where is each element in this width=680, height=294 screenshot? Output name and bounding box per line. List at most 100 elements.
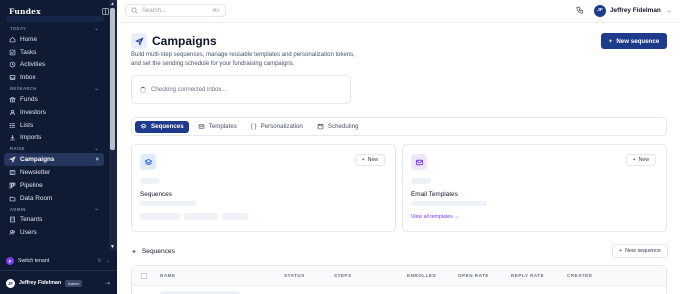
column-header-steps[interactable]: STEPS bbox=[334, 273, 352, 278]
mail-icon bbox=[198, 124, 204, 129]
funds-icon bbox=[9, 96, 16, 103]
select-all-checkbox[interactable] bbox=[141, 273, 147, 279]
search-input[interactable]: Search... ⌘+ bbox=[125, 4, 226, 17]
sidebar-item-label: Imports bbox=[20, 134, 42, 142]
switch-tenant-label: Switch tenant bbox=[18, 258, 50, 264]
sidebar-item-tasks[interactable]: Tasks bbox=[4, 46, 104, 59]
sidebar-item-data-room[interactable]: Data Room bbox=[4, 192, 104, 205]
user-name: Jeffrey Fidelman bbox=[610, 7, 661, 14]
nav-section-today[interactable]: TODAY ⌄ bbox=[0, 24, 108, 33]
activities-icon bbox=[9, 61, 16, 68]
sidebar-item-investors[interactable]: Investors bbox=[4, 106, 104, 119]
page-title: Campaigns bbox=[152, 34, 217, 48]
tab-templates[interactable]: Templates bbox=[193, 121, 242, 133]
scroll-up-arrow-icon[interactable]: ▲ bbox=[110, 1, 115, 7]
sidebar-user-row[interactable]: JF Jeffrey Fidelman Admin ⇥ bbox=[6, 277, 110, 289]
logout-icon[interactable]: ⇥ bbox=[105, 280, 110, 287]
new-sequence-button[interactable]: + New sequence bbox=[601, 33, 667, 49]
view-all-templates-link[interactable]: View all templates → bbox=[411, 214, 459, 220]
tab-label: Sequences bbox=[151, 123, 184, 130]
skeleton-placeholder bbox=[184, 213, 218, 220]
new-template-button[interactable]: + New bbox=[625, 154, 656, 166]
table-header: NAME STATUS STEPS ENROLLED OPEN RATE REP… bbox=[132, 266, 666, 286]
layers-icon bbox=[140, 123, 147, 129]
sidebar-item-label: Tenants bbox=[20, 216, 43, 224]
column-header-status[interactable]: STATUS bbox=[284, 273, 305, 278]
calendar-icon bbox=[317, 123, 324, 130]
nav-section-raise[interactable]: RAISE ⌄ bbox=[0, 144, 108, 153]
send-icon bbox=[131, 33, 147, 49]
home-icon bbox=[9, 36, 16, 43]
column-header-name[interactable]: NAME bbox=[160, 273, 176, 278]
sidebar-scrollbar-thumb[interactable] bbox=[110, 8, 115, 150]
tab-label: Personalization bbox=[260, 123, 303, 130]
sidebar-collapse-icon[interactable] bbox=[102, 7, 109, 15]
imports-icon bbox=[9, 134, 16, 141]
tab-personalization[interactable]: { } Personalization bbox=[246, 121, 308, 133]
tasks-icon bbox=[9, 49, 16, 56]
campaign-tabs: Sequences Templates { } Personalization … bbox=[131, 117, 667, 136]
refresh-icon[interactable]: ↻ bbox=[98, 258, 102, 264]
tab-sequences[interactable]: Sequences bbox=[135, 120, 189, 133]
sidebar-item-pipeline[interactable]: Pipeline bbox=[4, 179, 104, 192]
tab-label: Scheduling bbox=[327, 123, 359, 130]
close-icon[interactable]: × bbox=[95, 157, 99, 163]
new-label: New bbox=[367, 157, 378, 163]
sidebar-search-placeholder bbox=[6, 16, 104, 22]
column-header-open-rate[interactable]: OPEN RATE bbox=[458, 273, 489, 278]
skeleton-placeholder bbox=[411, 201, 487, 206]
sequences-section-header: ✦ Sequences bbox=[131, 245, 175, 258]
sidebar-item-funds[interactable]: Funds bbox=[4, 93, 104, 106]
avatar: JF bbox=[594, 4, 606, 17]
plus-icon: + bbox=[632, 157, 636, 163]
nav-section-admin[interactable]: ADMIN ⌄ bbox=[0, 205, 108, 214]
new-sequence-secondary-button[interactable]: + New sequence bbox=[612, 244, 668, 258]
sidebar: Fundex TODAY ⌄ Home Tasks Activities Inb… bbox=[0, 0, 117, 294]
braces-icon: { } bbox=[250, 123, 257, 130]
sidebar-nav: TODAY ⌄ Home Tasks Activities Inbox RESE… bbox=[0, 24, 108, 239]
sidebar-item-activities[interactable]: Activities bbox=[4, 59, 104, 72]
plus-icon: + bbox=[608, 37, 613, 45]
sidebar-item-inbox[interactable]: Inbox bbox=[4, 71, 104, 84]
tab-scheduling[interactable]: Scheduling bbox=[312, 121, 364, 133]
sidebar-item-lists[interactable]: Lists bbox=[4, 119, 104, 132]
sidebar-item-label: Home bbox=[20, 35, 38, 43]
loading-spinner-icon bbox=[140, 86, 146, 93]
chevron-down-icon: ⌄ bbox=[94, 85, 99, 92]
sidebar-item-newsletter[interactable]: Newsletter bbox=[4, 166, 104, 179]
sidebar-item-tenants[interactable]: Tenants bbox=[4, 214, 104, 227]
sidebar-item-imports[interactable]: Imports bbox=[4, 132, 104, 145]
tab-label: Templates bbox=[208, 123, 237, 130]
sidebar-item-users[interactable]: Users bbox=[4, 226, 104, 239]
inbox-icon bbox=[9, 74, 16, 81]
nav-section-research[interactable]: RESEARCH ⌄ bbox=[0, 84, 108, 93]
layers-icon bbox=[140, 154, 156, 170]
scroll-down-arrow-icon[interactable]: ▼ bbox=[110, 244, 115, 250]
page-description: Build multi-step sequences, manage reusa… bbox=[131, 52, 355, 67]
tenants-icon bbox=[9, 216, 16, 223]
sequences-card: + New Sequences bbox=[131, 144, 396, 232]
column-header-reply-rate[interactable]: REPLY RATE bbox=[511, 273, 544, 278]
switch-tenant-row[interactable]: F Switch tenant ↻ ⌄ bbox=[6, 255, 110, 267]
column-header-created[interactable]: CREATED bbox=[567, 273, 592, 278]
inbox-status-card: Checking connected inbox... bbox=[131, 75, 351, 104]
phone-icon[interactable] bbox=[576, 6, 584, 14]
chevron-down-icon: ⌄ bbox=[94, 25, 99, 32]
investors-icon bbox=[9, 109, 16, 116]
new-sequence-card-button[interactable]: + New bbox=[354, 154, 385, 166]
user-menu[interactable]: JF Jeffrey Fidelman ⌄ bbox=[594, 4, 671, 17]
top-bar: Search... ⌘+ JF Jeffrey Fidelman ⌄ bbox=[117, 0, 680, 23]
tenant-avatar: F bbox=[6, 257, 14, 265]
sidebar-item-label: Campaigns bbox=[20, 156, 55, 164]
search-placeholder: Search... bbox=[142, 7, 167, 14]
sidebar-item-home[interactable]: Home bbox=[4, 33, 104, 46]
chevron-down-icon[interactable]: ⌄ bbox=[106, 258, 110, 264]
new-sequence-label: New sequence bbox=[616, 37, 660, 45]
sidebar-item-campaigns[interactable]: Campaigns × bbox=[4, 153, 104, 167]
pipeline-icon bbox=[9, 182, 16, 189]
brand-logo[interactable]: Fundex bbox=[9, 7, 41, 16]
new-label: New bbox=[638, 157, 649, 163]
search-shortcut: ⌘+ bbox=[212, 7, 220, 14]
new-sequence-label: New sequence bbox=[625, 248, 661, 254]
column-header-enrolled[interactable]: ENROLLED bbox=[407, 273, 436, 278]
